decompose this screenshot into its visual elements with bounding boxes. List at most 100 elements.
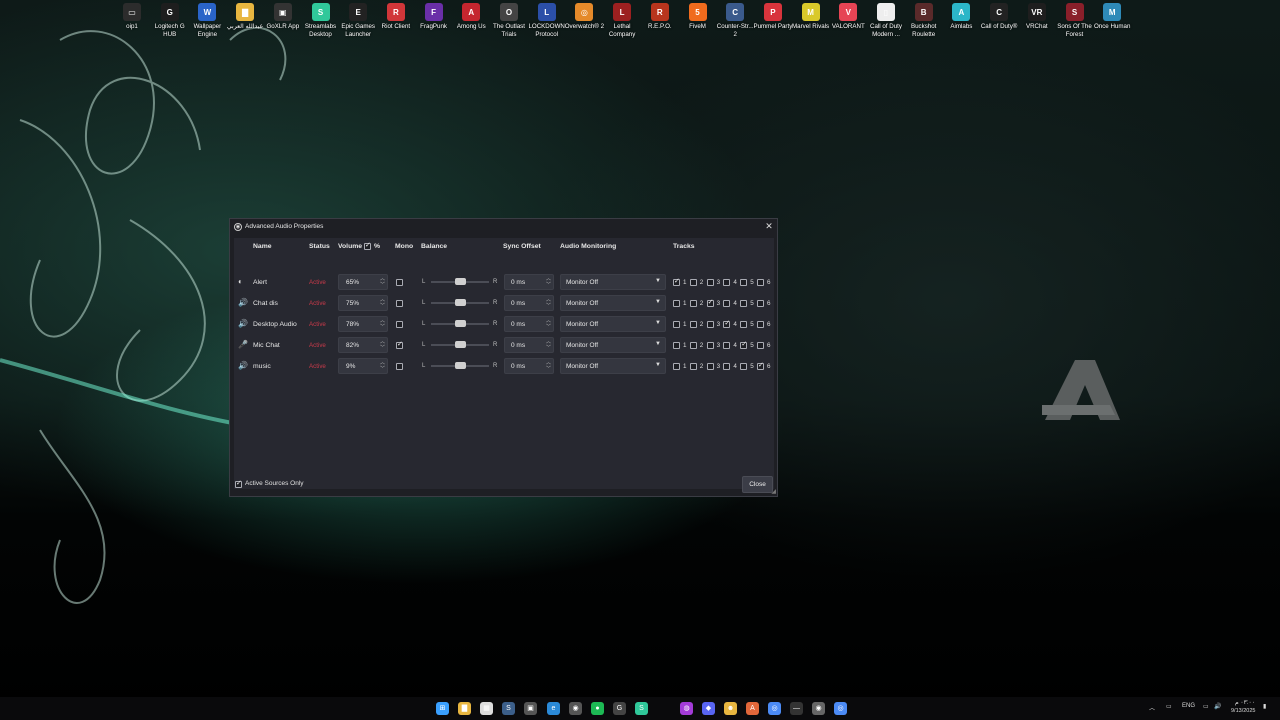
desktop-icon[interactable]: O The Outlast Trials [489, 3, 529, 38]
resize-grip-icon[interactable]: ◢ [771, 488, 776, 495]
audio-monitoring-select[interactable]: Monitor Off ▼ [560, 337, 666, 353]
spin-arrows-icon[interactable]: ︿ ﹀ [546, 339, 551, 351]
taskbar-spotify-icon[interactable]: ● [591, 702, 604, 715]
desktop-icon[interactable]: ▭ oip1 [112, 3, 152, 31]
track-checkbox[interactable] [757, 300, 764, 307]
desktop-icon[interactable]: ▇ عبدالله العربي [225, 3, 265, 31]
tray-app-icon[interactable]: ▭ [1166, 703, 1172, 710]
desktop-icon[interactable]: ◎ Overwatch® 2 [564, 3, 604, 31]
track-checkbox[interactable] [740, 340, 748, 349]
taskbar-calendar-icon[interactable]: ▦ [480, 702, 493, 715]
track-checkbox[interactable] [706, 363, 714, 370]
desktop-icon[interactable]: VR VRChat [1017, 3, 1057, 31]
track-checkbox[interactable] [757, 342, 764, 349]
desktop-icon[interactable]: S Sons Of The Forest [1055, 3, 1095, 38]
sync-offset-spinbox[interactable]: 0 ms ︿ ﹀ [504, 337, 554, 353]
taskbar-logitech-icon[interactable]: G [613, 702, 626, 715]
volume-percent-checkbox[interactable] [364, 241, 371, 250]
desktop-icon[interactable]: P Pummel Party [753, 3, 793, 31]
taskbar-obs-recording-icon[interactable]: ◉ [812, 702, 825, 715]
tray-chevron-icon[interactable]: ︿ [1149, 703, 1155, 712]
desktop-icon[interactable]: M Marvel Rivals [791, 3, 831, 31]
taskbar-obs-icon[interactable]: ◉ [569, 702, 582, 715]
taskbar-chrome-icon[interactable]: ◎ [768, 702, 781, 715]
mono-checkbox[interactable] [396, 363, 403, 370]
taskbar-steam-icon[interactable]: S [502, 702, 515, 715]
sync-offset-spinbox[interactable]: 0 ms ︿ ﹀ [504, 358, 554, 374]
track-checkbox[interactable] [723, 363, 731, 370]
track-checkbox[interactable] [673, 342, 680, 349]
track-checkbox[interactable] [757, 279, 764, 286]
track-checkbox[interactable] [723, 279, 731, 286]
audio-monitoring-select[interactable]: Monitor Off ▼ [560, 316, 666, 332]
desktop-icon[interactable]: V VALORANT [828, 3, 868, 31]
taskbar-chrome-2-icon[interactable]: ◎ [834, 702, 847, 715]
balance-slider-handle[interactable] [454, 362, 466, 369]
clock-time[interactable]: ٠٣:٠٠ م [1235, 699, 1255, 706]
active-sources-only-checkbox[interactable] [235, 479, 242, 488]
taskbar-file-explorer-icon[interactable]: ▇ [458, 702, 471, 715]
desktop-icon[interactable]: A Among Us [451, 3, 491, 31]
balance-slider-handle[interactable] [454, 341, 466, 348]
desktop-icon[interactable]: M Once Human [1092, 3, 1132, 31]
balance-slider-handle[interactable] [454, 299, 466, 306]
track-checkbox[interactable] [689, 279, 697, 286]
volume-spinbox[interactable]: 82% ︿ ﹀ [338, 337, 388, 353]
track-checkbox[interactable] [740, 321, 748, 328]
dialog-titlebar[interactable]: ◉ Advanced Audio Properties ✕ [230, 219, 777, 234]
network-icon[interactable]: ▭ [1203, 703, 1209, 710]
track-checkbox[interactable] [673, 300, 680, 307]
desktop-icon[interactable]: R Riot Client [376, 3, 416, 31]
track-checkbox[interactable] [689, 321, 697, 328]
track-checkbox[interactable] [740, 279, 748, 286]
mono-checkbox[interactable] [396, 279, 403, 286]
mono-checkbox[interactable] [396, 340, 403, 349]
desktop-icon[interactable]: A Aimlabs [941, 3, 981, 31]
spin-arrows-icon[interactable]: ︿ ﹀ [380, 297, 385, 309]
desktop-icon[interactable]: 5 FiveM [678, 3, 718, 31]
track-checkbox[interactable] [673, 277, 680, 286]
mono-checkbox[interactable] [396, 300, 403, 307]
track-checkbox[interactable] [706, 279, 714, 286]
taskbar-start-icon[interactable]: ⊞ [436, 702, 449, 715]
track-checkbox[interactable] [706, 321, 714, 328]
track-checkbox[interactable] [740, 363, 748, 370]
volume-spinbox[interactable]: 9% ︿ ﹀ [338, 358, 388, 374]
track-checkbox[interactable] [757, 361, 764, 370]
taskbar-discord-icon[interactable]: ◆ [702, 702, 715, 715]
desktop-icon[interactable]: C Call of Duty® [979, 3, 1019, 31]
track-checkbox[interactable] [706, 342, 714, 349]
desktop-icon[interactable]: ▯ Call of Duty Modern ... [866, 3, 906, 38]
close-button[interactable]: Close [742, 476, 773, 493]
audio-monitoring-select[interactable]: Monitor Off ▼ [560, 358, 666, 374]
sync-offset-spinbox[interactable]: 0 ms ︿ ﹀ [504, 316, 554, 332]
taskbar-brave-icon[interactable]: A [746, 702, 759, 715]
notifications-icon[interactable]: ▮ [1263, 703, 1266, 710]
balance-slider-handle[interactable] [454, 278, 466, 285]
taskbar-goxlr-icon[interactable]: ▣ [524, 702, 537, 715]
taskbar-smile-icon[interactable]: ☻ [724, 702, 737, 715]
track-checkbox[interactable] [723, 342, 731, 349]
audio-monitoring-select[interactable]: Monitor Off ▼ [560, 295, 666, 311]
clock-date[interactable]: 9/13/2025 [1231, 708, 1255, 714]
track-checkbox[interactable] [673, 321, 680, 328]
volume-icon[interactable]: 🔊 [1214, 703, 1221, 710]
volume-spinbox[interactable]: 75% ︿ ﹀ [338, 295, 388, 311]
mono-checkbox[interactable] [396, 321, 403, 328]
spin-arrows-icon[interactable]: ︿ ﹀ [546, 360, 551, 372]
desktop-icon[interactable]: ▣ GoXLR App [263, 3, 303, 31]
spin-arrows-icon[interactable]: ︿ ﹀ [546, 318, 551, 330]
sync-offset-spinbox[interactable]: 0 ms ︿ ﹀ [504, 295, 554, 311]
track-checkbox[interactable] [689, 342, 697, 349]
taskbar-dash-icon[interactable]: — [790, 702, 803, 715]
desktop-icon[interactable]: L Lethal Company [602, 3, 642, 38]
taskbar-streamlabs-icon[interactable]: S [635, 702, 648, 715]
desktop-icon[interactable]: S Streamlabs Desktop [301, 3, 341, 38]
volume-spinbox[interactable]: 78% ︿ ﹀ [338, 316, 388, 332]
audio-monitoring-select[interactable]: Monitor Off ▼ [560, 274, 666, 290]
spin-arrows-icon[interactable]: ︿ ﹀ [380, 276, 385, 288]
close-icon[interactable]: ✕ [764, 221, 774, 231]
track-checkbox[interactable] [689, 300, 697, 307]
desktop-icon[interactable]: E Epic Games Launcher [338, 3, 378, 38]
desktop-icon[interactable]: F FragPunk [414, 3, 454, 31]
